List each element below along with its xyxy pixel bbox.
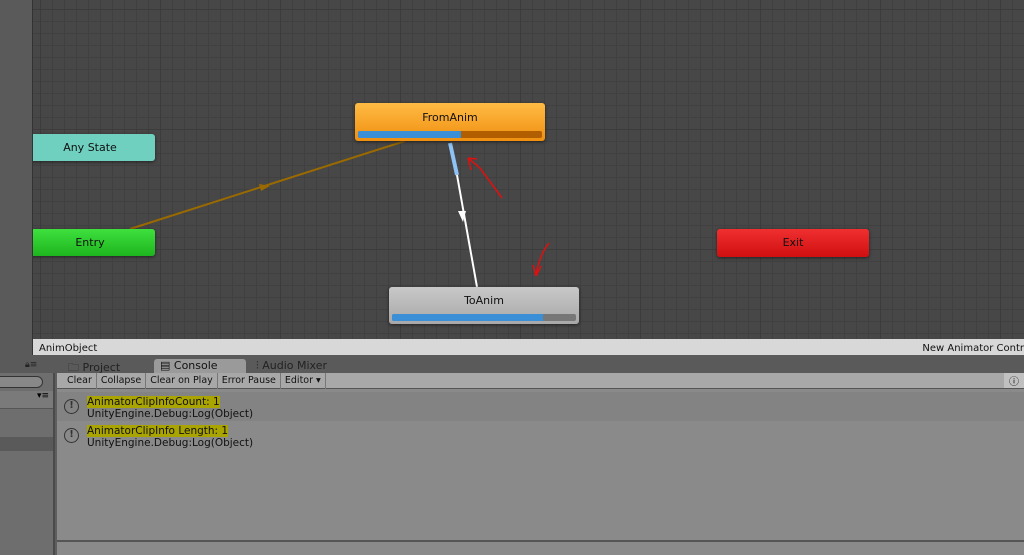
layers-panel [0, 0, 33, 355]
node-any-state[interactable]: Any State [25, 134, 155, 161]
node-to-anim[interactable]: ToAnim [389, 287, 579, 324]
tab-audio-mixer[interactable]: ⫶ Audio Mixer [250, 359, 333, 373]
annotation-arrow-icon [467, 157, 503, 199]
console-panel: Clear Collapse Clear on Play Error Pause… [57, 373, 1024, 555]
console-toolbar: Clear Collapse Clear on Play Error Pause… [57, 373, 1024, 389]
clear-button[interactable]: Clear [63, 373, 97, 389]
clear-on-play-button[interactable]: Clear on Play [146, 373, 218, 389]
log-list: ! AnimatorClipInfoCount: 1 UnityEngine.Deb… [57, 389, 1024, 450]
node-label: FromAnim [422, 111, 478, 124]
search-input[interactable] [0, 376, 43, 388]
node-exit[interactable]: Exit [717, 229, 869, 257]
log-entry[interactable]: ! AnimatorClipInfoCount: 1 UnityEngine.Deb… [57, 392, 1024, 421]
transition-progress [448, 142, 459, 176]
annotation-arrow-icon [532, 242, 550, 277]
node-entry[interactable]: Entry [25, 229, 155, 256]
console-icon: ▤ [160, 359, 174, 372]
log-message: AnimatorClipInfo Length: 1 [87, 425, 229, 437]
editor-dropdown[interactable]: Editor ▾ [281, 373, 326, 389]
log-detail-pane [57, 540, 1024, 555]
status-controller: New Animator Contr [922, 343, 1024, 354]
log-trace: UnityEngine.Debug:Log(Object) [87, 437, 254, 449]
info-icon: ! [64, 399, 79, 414]
log-message: AnimatorClipInfoCount: 1 [87, 396, 220, 408]
tab-console[interactable]: ▤ Console [154, 359, 246, 373]
tab-label: Console [173, 359, 218, 372]
lock-icon[interactable]: 🔒︎≡ [25, 360, 37, 370]
node-from-anim[interactable]: FromAnim [355, 103, 545, 141]
animator-graph[interactable]: Any State Entry FromAnim ToAnim Exit [0, 0, 1024, 339]
status-object: AnimObject [39, 343, 98, 354]
progress-bar [358, 131, 542, 138]
error-pause-button[interactable]: Error Pause [218, 373, 281, 389]
info-icon: ! [64, 428, 79, 443]
node-label: Any State [63, 141, 117, 154]
sidebar-menu-icon[interactable]: ▾≡ [0, 391, 53, 409]
entry-transition[interactable] [129, 140, 406, 230]
tab-project[interactable]: 🗀 Project [62, 359, 126, 374]
tab-bar: 🔒︎≡ 🗀 Project ▤ Console ⫶ Audio Mixer [0, 355, 1024, 374]
sidebar-selected-item[interactable] [0, 437, 53, 451]
fromanim-toanim-transition[interactable] [456, 174, 478, 288]
collapse-button[interactable]: Collapse [97, 373, 147, 389]
tab-label: Audio Mixer [262, 359, 328, 372]
log-trace: UnityEngine.Debug:Log(Object) [87, 408, 254, 420]
project-sidebar: ▾≡ [0, 373, 55, 555]
progress-bar [392, 314, 576, 321]
log-entry[interactable]: ! AnimatorClipInfo Length: 1 UnityEngine.D… [57, 421, 1024, 450]
node-label: Exit [782, 236, 804, 249]
node-label: Entry [75, 236, 105, 249]
node-label: ToAnim [464, 294, 504, 307]
warning-filter-icon[interactable]: ⓘ [1004, 373, 1024, 388]
status-bar: AnimObject New Animator Contr [33, 339, 1024, 355]
